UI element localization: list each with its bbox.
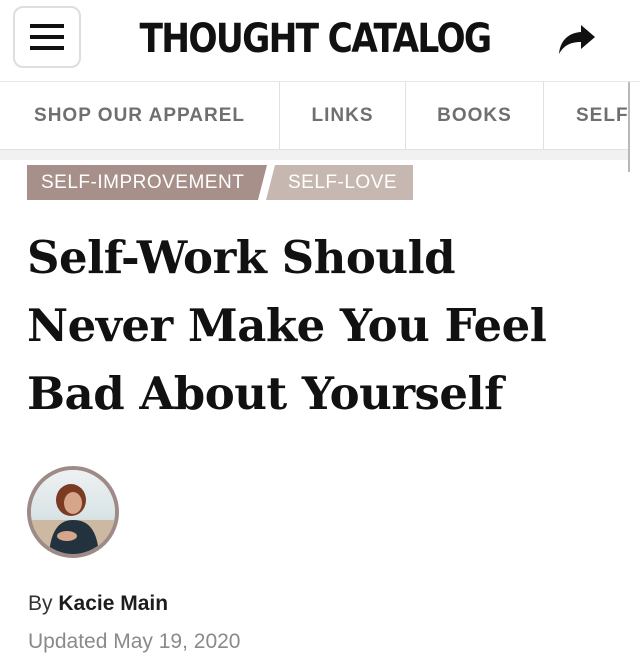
share-arrow-icon bbox=[559, 25, 595, 54]
nav-item-self[interactable]: SELF bbox=[544, 82, 628, 149]
site-logo[interactable]: THOUGHT CATALOG bbox=[130, 6, 500, 72]
article-tags: SELF-IMPROVEMENT SELF-LOVE bbox=[27, 165, 413, 200]
byline: By Kacie Main bbox=[28, 592, 168, 616]
headline-line: Never Make You Feel bbox=[27, 299, 547, 352]
nav-item-shop-our-apparel[interactable]: SHOP OUR APPAREL bbox=[0, 82, 280, 149]
menu-button[interactable] bbox=[13, 6, 81, 68]
author-avatar[interactable] bbox=[27, 466, 119, 558]
by-label: By bbox=[28, 592, 53, 615]
headline-line: Bad About Yourself bbox=[27, 367, 503, 420]
share-button[interactable] bbox=[552, 18, 602, 62]
category-nav: SHOP OUR APPAREL LINKS BOOKS SELF bbox=[0, 82, 628, 150]
article-headline: Self-Work Should Never Make You Feel Bad… bbox=[27, 224, 617, 428]
updated-date: Updated May 19, 2020 bbox=[28, 630, 241, 653]
tag-self-improvement[interactable]: SELF-IMPROVEMENT bbox=[27, 165, 267, 200]
author-photo bbox=[31, 470, 115, 554]
nav-item-books[interactable]: BOOKS bbox=[406, 82, 544, 149]
nav-item-links[interactable]: LINKS bbox=[280, 82, 406, 149]
scroll-edge bbox=[628, 82, 630, 172]
top-bar: THOUGHT CATALOG bbox=[0, 0, 640, 82]
hamburger-menu-icon bbox=[30, 24, 64, 50]
tag-self-love[interactable]: SELF-LOVE bbox=[266, 165, 413, 200]
author-name-link[interactable]: Kacie Main bbox=[58, 592, 168, 615]
nav-divider bbox=[0, 150, 628, 160]
headline-line: Self-Work Should bbox=[27, 231, 456, 284]
